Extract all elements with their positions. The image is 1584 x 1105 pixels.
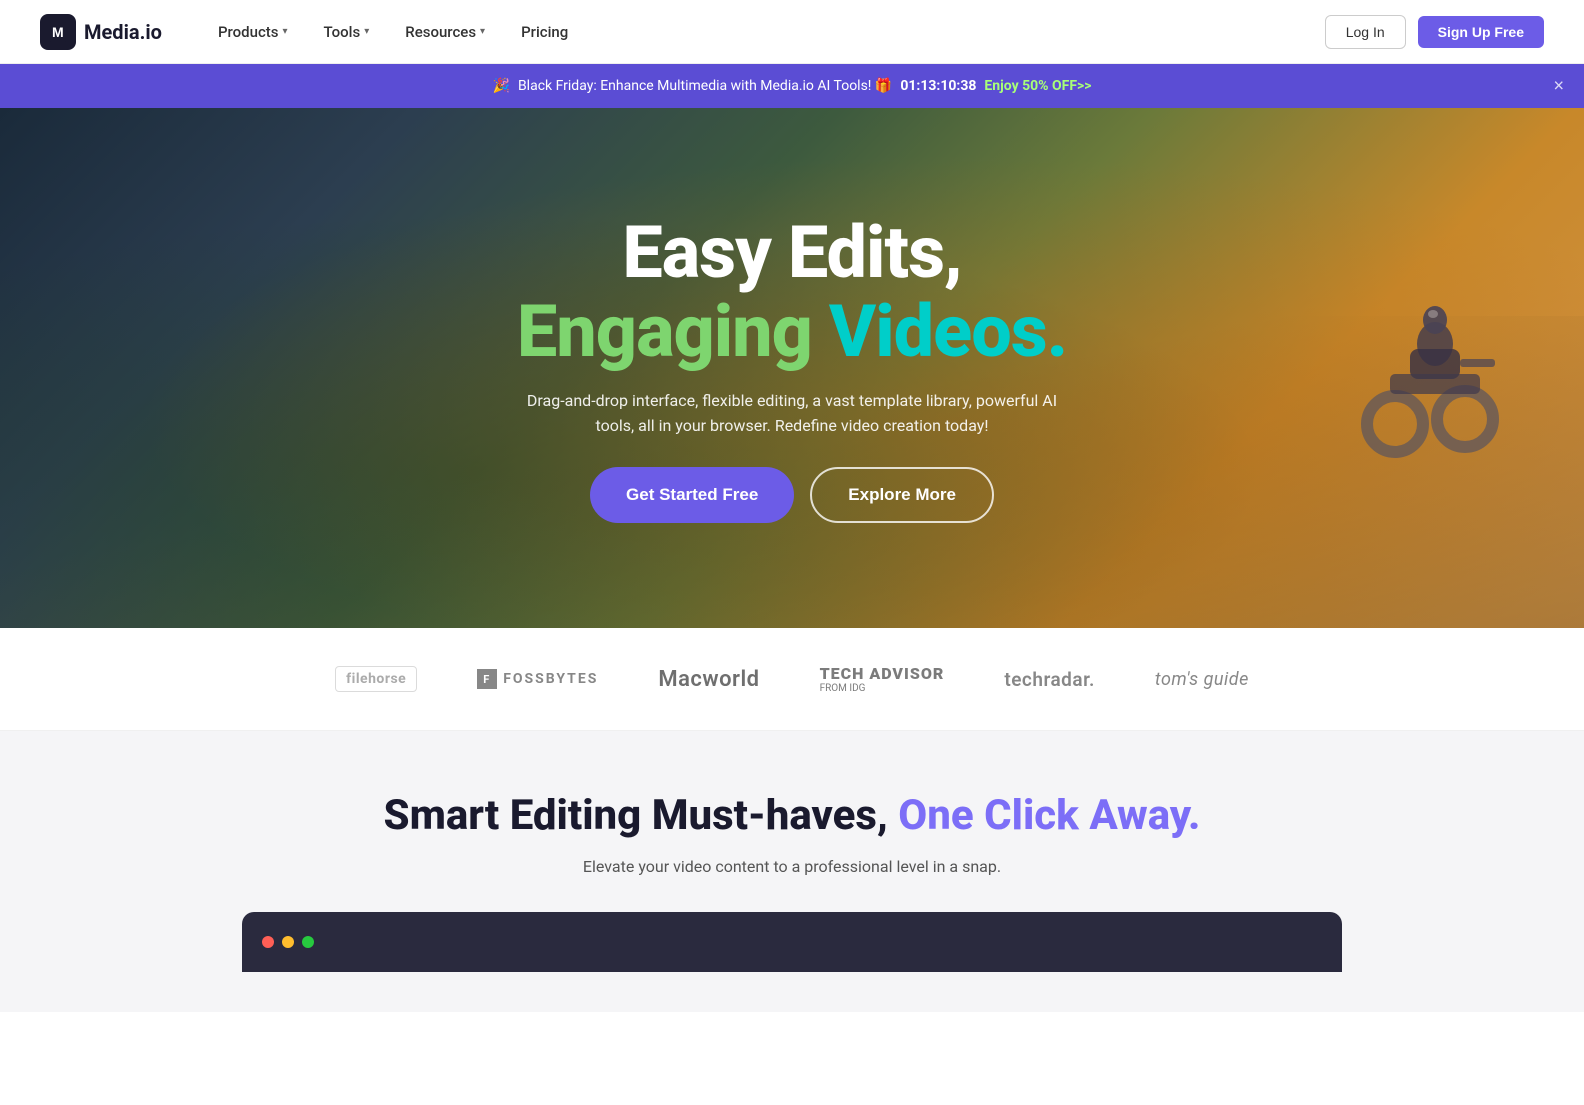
window-minimize-dot	[282, 936, 294, 948]
chevron-down-icon: ▾	[480, 26, 485, 37]
hero-buttons: Get Started Free Explore More	[512, 467, 1072, 523]
smart-title-part1: Smart Editing Must-haves,	[384, 791, 899, 840]
promo-timer: 01:13:10:38	[900, 78, 976, 94]
nav-links: Products ▾ Tools ▾ Resources ▾ Pricing	[202, 15, 1325, 49]
promo-banner: 🎉 Black Friday: Enhance Multimedia with …	[0, 64, 1584, 108]
chevron-down-icon: ▾	[364, 26, 369, 37]
login-button[interactable]: Log In	[1325, 15, 1406, 49]
logo-toms-guide: tom's guide	[1155, 669, 1249, 690]
smart-editing-section: Smart Editing Must-haves, One Click Away…	[0, 731, 1584, 1012]
hero-title: Easy Edits, Engaging Videos.	[512, 213, 1072, 371]
macworld-logo-text: Macworld	[658, 667, 759, 692]
hero-content: Easy Edits, Engaging Videos. Drag-and-dr…	[492, 213, 1092, 523]
promo-offer[interactable]: Enjoy 50% OFF>>	[984, 78, 1091, 94]
hero-title-line2: Engaging Videos.	[512, 292, 1072, 371]
hero-section: Easy Edits, Engaging Videos. Drag-and-dr…	[0, 108, 1584, 628]
toms-guide-logo-text: tom's guide	[1155, 669, 1249, 690]
nav-pricing[interactable]: Pricing	[505, 15, 584, 49]
logo-tech-advisor: TECH ADVISOR FROM IDG	[820, 664, 945, 694]
logo-link[interactable]: M Media.io	[40, 14, 162, 50]
logo-icon: M	[40, 14, 76, 50]
chevron-down-icon: ▾	[283, 26, 288, 37]
hero-title-cyan: Videos.	[829, 289, 1067, 374]
logo-macworld: Macworld	[658, 667, 759, 692]
techradar-logo-text: techradar.	[1004, 668, 1095, 691]
logo-filehorse: filehorse	[335, 666, 417, 692]
logo-fossbytes: F FOSSBYTES	[477, 669, 598, 689]
navbar: M Media.io Products ▾ Tools ▾ Resources …	[0, 0, 1584, 64]
logos-section: filehorse F FOSSBYTES Macworld TECH ADVI…	[0, 628, 1584, 731]
motorcycle-illustration	[1305, 264, 1505, 514]
nav-products[interactable]: Products ▾	[202, 15, 304, 49]
promo-emoji: 🎉	[493, 78, 510, 94]
smart-title-part2: One Click Away.	[898, 791, 1200, 840]
explore-more-button[interactable]: Explore More	[810, 467, 994, 523]
nav-right: Log In Sign Up Free	[1325, 15, 1544, 49]
smart-preview-bar	[242, 912, 1342, 972]
filehorse-logo-text: filehorse	[346, 671, 406, 687]
window-close-dot	[262, 936, 274, 948]
fossbytes-logo-text: FOSSBYTES	[503, 671, 598, 687]
window-maximize-dot	[302, 936, 314, 948]
promo-text: Black Friday: Enhance Multimedia with Me…	[518, 78, 892, 94]
logo-techradar: techradar.	[1004, 668, 1095, 691]
hero-title-line1: Easy Edits,	[512, 213, 1072, 292]
smart-editing-subtitle: Elevate your video content to a professi…	[542, 857, 1042, 876]
logo-text: Media.io	[84, 20, 162, 44]
svg-text:M: M	[52, 24, 64, 40]
hero-title-green: Engaging	[517, 289, 829, 374]
tech-advisor-text: TECH ADVISOR FROM IDG	[820, 664, 945, 694]
fossbytes-icon: F	[477, 669, 497, 689]
promo-close-button[interactable]: ×	[1553, 76, 1564, 97]
hero-subtitle: Drag-and-drop interface, flexible editin…	[512, 388, 1072, 439]
signup-button[interactable]: Sign Up Free	[1418, 16, 1544, 48]
nav-tools[interactable]: Tools ▾	[308, 15, 386, 49]
nav-resources[interactable]: Resources ▾	[389, 15, 501, 49]
smart-editing-title: Smart Editing Must-haves, One Click Away…	[40, 791, 1544, 841]
get-started-button[interactable]: Get Started Free	[590, 467, 794, 523]
